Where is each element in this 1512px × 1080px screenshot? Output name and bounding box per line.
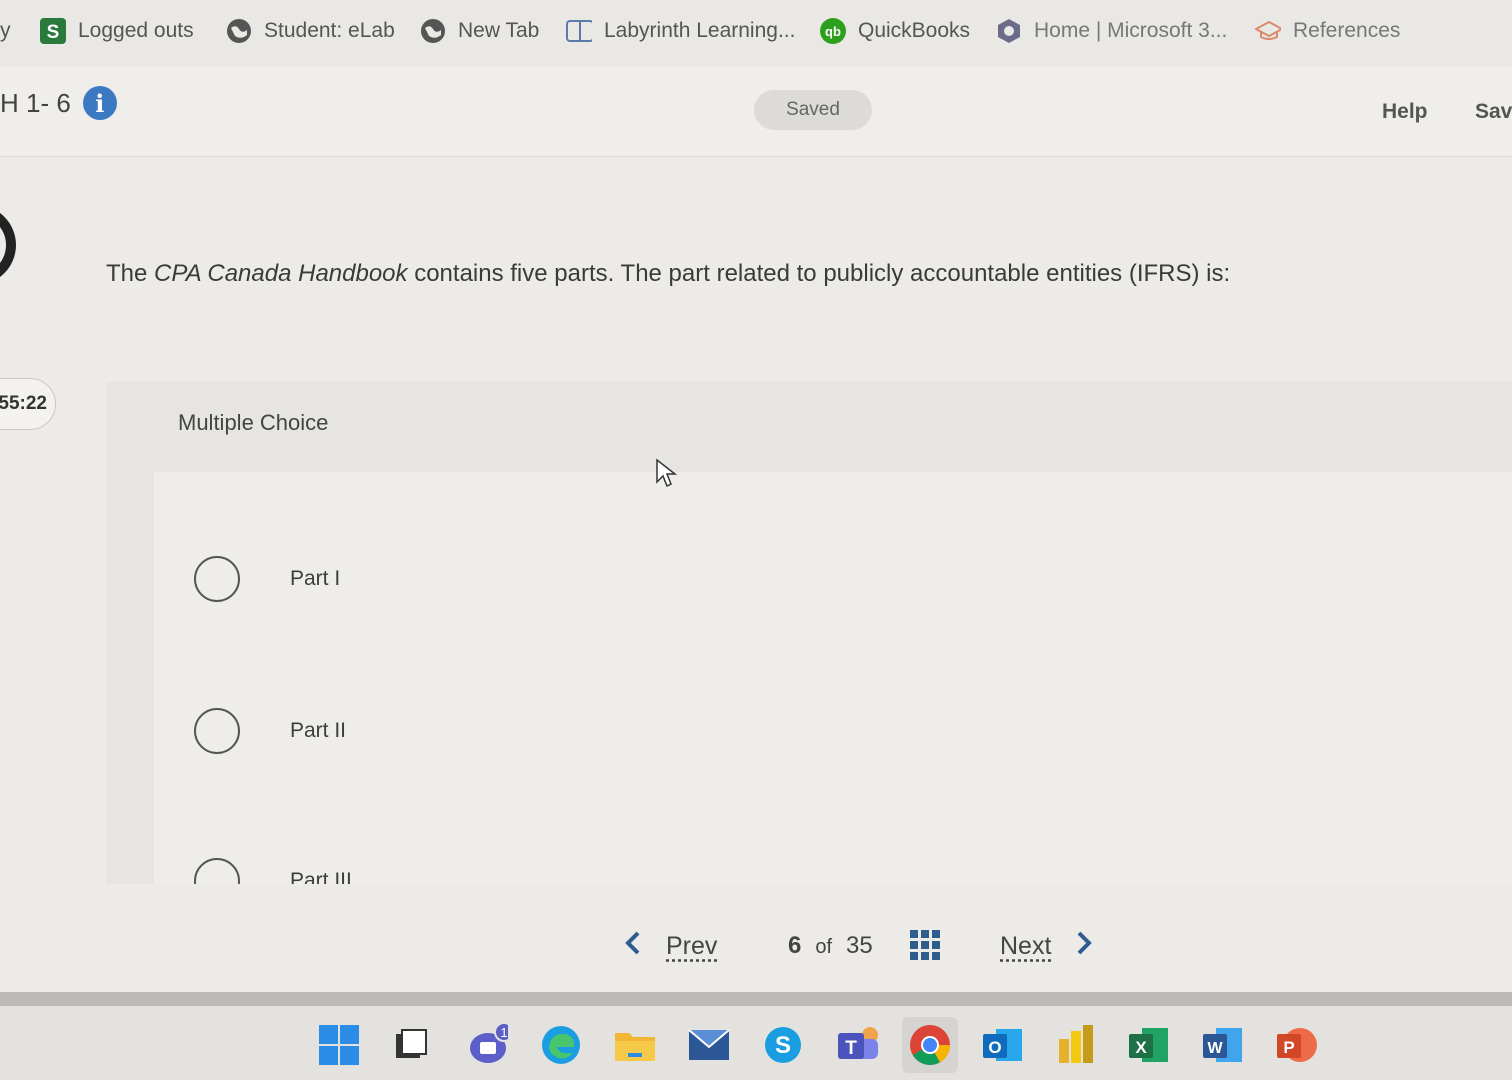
windows-start-icon[interactable] [318, 1024, 360, 1066]
option-part-2[interactable]: Part II [194, 706, 346, 756]
monitor-bezel [0, 992, 1512, 1006]
task-view-icon[interactable] [390, 1024, 432, 1066]
bookmarks-bar: y S Logged outs Student: eLab New Tab La… [0, 0, 1512, 67]
option-label: Part II [290, 719, 347, 742]
power-bi-icon[interactable] [1054, 1024, 1096, 1066]
quickbooks-icon: qb [820, 18, 846, 44]
outlook-icon[interactable]: O [982, 1024, 1024, 1066]
options-list: Part I Part II Part III [154, 472, 1512, 884]
mail-icon[interactable] [688, 1024, 730, 1066]
svg-text:S: S [47, 22, 60, 43]
word-icon[interactable]: W [1202, 1024, 1244, 1066]
radio-button[interactable] [194, 556, 240, 602]
book-icon [566, 18, 592, 44]
mouse-cursor-icon [655, 458, 679, 495]
question-grid-icon[interactable] [910, 930, 940, 965]
notification-badge: 1 [500, 1025, 507, 1040]
question-navigation: Prev 6 of 35 Next [0, 902, 1512, 992]
chrome-icon[interactable] [902, 1017, 958, 1073]
excel-icon[interactable]: X [1128, 1024, 1170, 1066]
graduation-cap-icon [1255, 18, 1281, 44]
assignment-header: H 1- 6 i Saved Help Sav [0, 66, 1512, 157]
option-label: Part I [290, 567, 341, 590]
skype-icon[interactable]: S [762, 1024, 804, 1066]
svg-text:P: P [1283, 1038, 1294, 1057]
bookmark-new-tab[interactable]: New Tab [420, 14, 539, 48]
bookmark-logged-outs[interactable]: S Logged outs [40, 14, 194, 48]
powerpoint-icon[interactable]: P [1276, 1024, 1318, 1066]
question-type-label: Multiple Choice [178, 410, 329, 435]
globe-icon [420, 18, 446, 44]
svg-text:X: X [1135, 1038, 1147, 1057]
bookmark-references[interactable]: References [1255, 14, 1400, 48]
question-number [0, 205, 16, 285]
bookmark-microsoft365[interactable]: Home | Microsoft 3... [996, 14, 1227, 48]
next-button[interactable]: Next [1000, 930, 1093, 963]
svg-text:O: O [988, 1038, 1001, 1057]
prev-button[interactable]: Prev [624, 930, 717, 963]
bookmark-labyrinth[interactable]: Labyrinth Learning... [566, 14, 795, 48]
chevron-right-icon [1075, 930, 1093, 963]
svg-text:T: T [845, 1038, 857, 1059]
option-part-3[interactable]: Part III [194, 856, 352, 884]
bookmark-cut[interactable]: y [0, 14, 11, 48]
option-part-1[interactable]: Part I [194, 554, 340, 604]
teams-icon[interactable]: T [836, 1024, 878, 1066]
teams-chat-icon[interactable]: 1 [466, 1022, 508, 1066]
info-icon[interactable]: i [82, 86, 117, 120]
radio-button[interactable] [194, 708, 240, 754]
question-text: The CPA Canada Handbook contains five pa… [106, 260, 1231, 287]
microsoft365-icon [996, 18, 1022, 44]
answer-panel: Multiple Choice Part I Part II Part III [106, 382, 1512, 884]
option-label: Part III [290, 869, 352, 884]
timer-badge: 55:22 [0, 378, 56, 430]
saved-status-badge: Saved [754, 90, 872, 130]
svg-text:qb: qb [825, 24, 841, 39]
page-indicator: 6 of 35 [788, 932, 873, 959]
windows-taskbar: 1 S T O X W P [0, 1006, 1512, 1080]
assignment-title: H 1- 6 i [0, 86, 117, 120]
bookmark-quickbooks[interactable]: qb QuickBooks [820, 14, 970, 48]
bookmark-student-elab[interactable]: Student: eLab [226, 14, 395, 48]
edge-icon[interactable] [540, 1024, 582, 1066]
file-explorer-icon[interactable] [614, 1024, 656, 1066]
svg-text:W: W [1207, 1040, 1223, 1057]
chevron-left-icon [624, 930, 642, 963]
save-exit-button[interactable]: Sav [1475, 100, 1512, 124]
svg-text:S: S [775, 1032, 791, 1059]
radio-button[interactable] [194, 858, 240, 884]
globe-icon [226, 18, 252, 44]
help-button[interactable]: Help [1382, 100, 1428, 124]
s-app-icon: S [40, 18, 66, 44]
